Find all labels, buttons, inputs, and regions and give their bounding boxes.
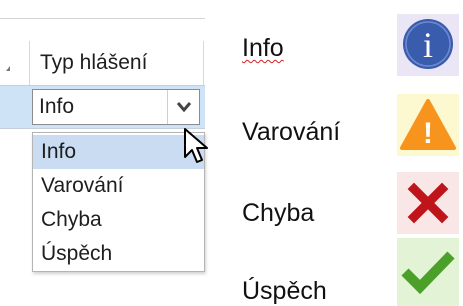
grid-row-editing[interactable]: Info [0, 85, 205, 129]
error-icon-tile [397, 172, 459, 234]
grid-header: Typ hlášení [0, 19, 205, 85]
column-header-label: Typ hlášení [40, 51, 148, 74]
legend-label-success: Úspěch [242, 277, 327, 305]
column-header-report-type[interactable]: Typ hlášení [30, 41, 204, 85]
dropdown-option-error[interactable]: Chyba [33, 203, 204, 237]
report-type-dropdown-list: Info Varování Chyba Úspěch [32, 132, 205, 272]
dropdown-option-warning[interactable]: Varování [33, 169, 204, 203]
previous-column-header[interactable] [0, 19, 28, 85]
report-type-combobox[interactable]: Info [32, 89, 200, 125]
svg-text:!: ! [423, 117, 433, 150]
chevron-down-icon [176, 102, 192, 113]
legend-label-warning: Varování [242, 118, 341, 146]
column-divider[interactable] [203, 41, 204, 85]
success-icon [401, 251, 455, 295]
legend-label-info: Info [242, 33, 284, 63]
legend-label-text: Info [242, 34, 284, 62]
dropdown-option-info[interactable]: Info [33, 135, 204, 169]
svg-text:i: i [423, 25, 433, 65]
info-icon: i [403, 19, 453, 69]
success-icon-tile [397, 238, 459, 306]
sort-indicator-icon [6, 66, 10, 71]
combobox-value: Info [39, 95, 75, 118]
info-icon-tile: i [397, 14, 459, 76]
legend-label-error: Chyba [242, 199, 315, 227]
error-icon [407, 182, 449, 224]
dropdown-option-success[interactable]: Úspěch [33, 237, 204, 271]
mouse-pointer-icon [184, 128, 208, 163]
combobox-dropdown-button[interactable] [167, 90, 199, 124]
warning-icon: ! [400, 99, 456, 150]
warning-icon-tile: ! [397, 94, 459, 156]
